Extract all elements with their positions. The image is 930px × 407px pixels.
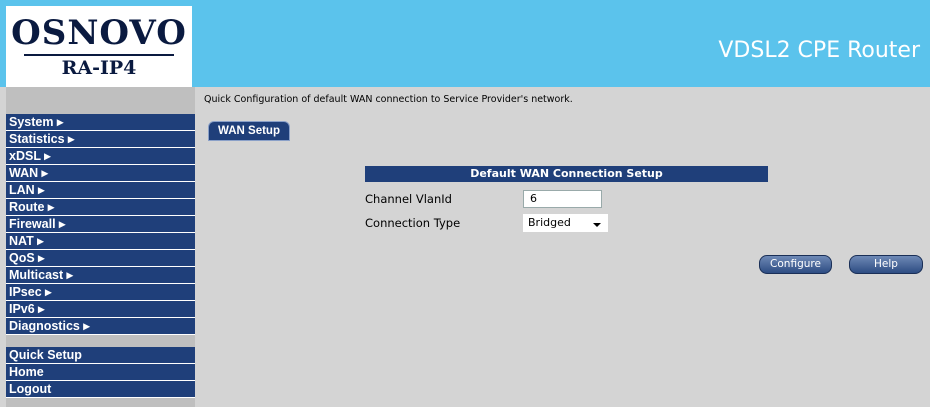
- sidebar-item-statistics[interactable]: Statistics ▸: [6, 131, 195, 148]
- header-bar: OSNOVO RA-IP4 VDSL2 CPE Router: [0, 0, 930, 87]
- sidebar-item-xdsl[interactable]: xDSL ▸: [6, 148, 195, 165]
- table-title: Default WAN Connection Setup: [365, 166, 768, 182]
- connection-type-value: Bridged: [528, 216, 571, 229]
- sidebar-item-wan[interactable]: WAN ▸: [6, 165, 195, 182]
- page-description: Quick Configuration of default WAN conne…: [204, 94, 573, 105]
- sidebar-item-lan[interactable]: LAN ▸: [6, 182, 195, 199]
- logo-model: RA-IP4: [61, 57, 137, 79]
- product-title: VDSL2 CPE Router: [718, 38, 920, 63]
- sidebar-item-logout[interactable]: Logout: [6, 381, 195, 398]
- tab-wan-setup[interactable]: WAN Setup: [208, 121, 290, 141]
- sidebar: System ▸ Statistics ▸ xDSL ▸ WAN ▸ LAN ▸…: [6, 87, 195, 407]
- sidebar-item-ipv6[interactable]: IPv6 ▸: [6, 301, 195, 318]
- sidebar-item-nat[interactable]: NAT ▸: [6, 233, 195, 250]
- sidebar-item-route[interactable]: Route ▸: [6, 199, 195, 216]
- help-button[interactable]: Help: [849, 255, 923, 274]
- logo-brand: OSNOVO: [11, 13, 187, 53]
- sidebar-item-quick-setup[interactable]: Quick Setup: [6, 347, 195, 364]
- sidebar-item-qos[interactable]: QoS ▸: [6, 250, 195, 267]
- sidebar-item-multicast[interactable]: Multicast ▸: [6, 267, 195, 284]
- sidebar-item-home[interactable]: Home: [6, 364, 195, 381]
- sidebar-gap: [6, 335, 195, 347]
- vlan-id-input[interactable]: 6: [523, 190, 602, 208]
- connection-type-label: Connection Type: [365, 216, 461, 230]
- logo: OSNOVO RA-IP4: [6, 6, 192, 87]
- vlan-label: Channel VlanId: [365, 192, 452, 206]
- sidebar-item-firewall[interactable]: Firewall ▸: [6, 216, 195, 233]
- sidebar-item-diagnostics[interactable]: Diagnostics ▸: [6, 318, 195, 335]
- configure-button[interactable]: Configure: [759, 255, 832, 274]
- sidebar-item-system[interactable]: System ▸: [6, 114, 195, 131]
- sidebar-item-ipsec[interactable]: IPsec ▸: [6, 284, 195, 301]
- main-content: Quick Configuration of default WAN conne…: [195, 87, 930, 407]
- chevron-down-icon: [593, 223, 601, 227]
- connection-type-select[interactable]: Bridged: [523, 214, 608, 232]
